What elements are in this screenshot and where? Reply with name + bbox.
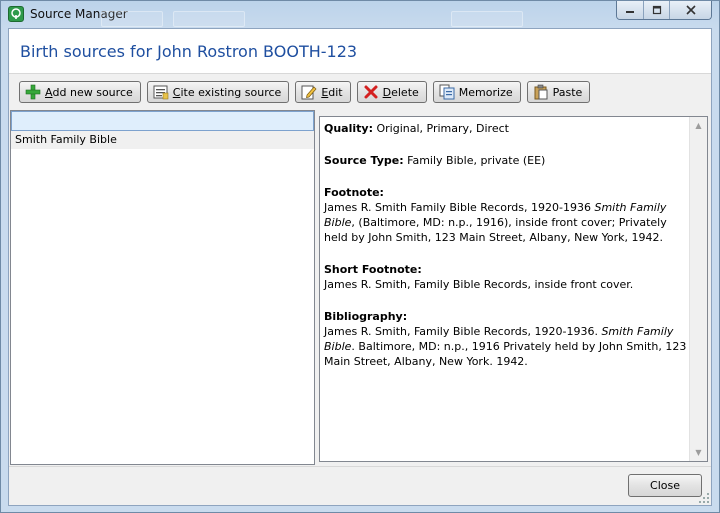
source-type-label: Source Type: (324, 154, 404, 167)
footnote-text: James R. Smith Family Bible Records, 192… (324, 201, 595, 214)
quality-value: Original, Primary, Direct (376, 122, 509, 135)
short-footnote-text: James R. Smith, Family Bible Records, in… (324, 278, 634, 291)
button-mnemonic: C (172, 85, 181, 99)
cite-existing-source-button[interactable]: Cite existing source (146, 81, 290, 103)
button-mnemonic: E (321, 85, 329, 99)
button-label: elete (391, 85, 419, 99)
app-tree-icon (8, 6, 24, 22)
plus-icon (25, 84, 41, 100)
list-item[interactable]: Smith Family Bible (11, 131, 314, 149)
page-title: Birth sources for John Rostron BOOTH-123 (20, 42, 358, 61)
button-label: Memorize (458, 85, 513, 99)
delete-icon (363, 84, 379, 100)
memorize-icon (439, 84, 455, 100)
title-bar[interactable]: Source Manager (1, 1, 719, 28)
toolbar: Add new source Cite existing source Edit… (19, 81, 591, 103)
sources-list[interactable]: Smith Family Bible (10, 110, 315, 465)
quality-label: Quality: (324, 122, 373, 135)
background-tab (101, 11, 163, 27)
button-label: ite existing source (180, 85, 282, 99)
source-details-panel: Quality: Original, Primary, Direct Sourc… (319, 116, 708, 462)
background-tab (451, 11, 523, 27)
dialog-client: Birth sources for John Rostron BOOTH-123… (8, 28, 712, 506)
memorize-button[interactable]: Memorize (432, 81, 521, 103)
button-label: dit (328, 85, 343, 99)
list-selected-row[interactable] (11, 111, 314, 131)
edit-button[interactable]: Edit (295, 81, 351, 103)
paste-icon (533, 84, 549, 100)
cite-icon (153, 84, 169, 100)
scroll-down-arrow-icon[interactable]: ▼ (690, 444, 707, 461)
bibliography-text: James R. Smith, Family Bible Records, 19… (324, 325, 602, 338)
window-close-button[interactable] (669, 1, 711, 19)
maximize-button[interactable] (643, 1, 669, 19)
edit-icon (301, 84, 317, 100)
short-footnote-label: Short Footnote: (324, 263, 422, 276)
source-type-value: Family Bible, private (EE) (407, 154, 546, 167)
minimize-icon (626, 11, 634, 13)
background-tab (173, 11, 245, 27)
bibliography-label: Bibliography: (324, 310, 408, 323)
minimize-button[interactable] (617, 1, 643, 19)
footnote-text-rest: , (Baltimore, MD: n.p., 1916), inside fr… (324, 216, 667, 244)
footer-divider (9, 466, 711, 467)
button-mnemonic: D (382, 85, 392, 99)
button-mnemonic: A (45, 85, 53, 99)
window-controls (616, 1, 712, 20)
close-icon (685, 5, 696, 15)
vertical-scrollbar[interactable]: ▲ ▼ (689, 117, 707, 461)
maximize-icon (652, 5, 661, 15)
button-label: dd new source (52, 85, 133, 99)
paste-button[interactable]: Paste (526, 81, 591, 103)
source-manager-window: Source Manager Birth sources for John Ro… (0, 0, 720, 513)
scroll-up-arrow-icon[interactable]: ▲ (690, 117, 707, 134)
close-button[interactable]: Close (628, 474, 702, 497)
footnote-label: Footnote: (324, 186, 384, 199)
dialog-header: Birth sources for John Rostron BOOTH-123 (9, 29, 711, 74)
source-details: Quality: Original, Primary, Direct Sourc… (324, 121, 689, 386)
bibliography-text-rest: . Baltimore, MD: n.p., 1916 Privately he… (324, 340, 687, 368)
button-label: Paste (552, 85, 583, 99)
add-new-source-button[interactable]: Add new source (19, 81, 141, 103)
resize-grip-icon[interactable] (698, 492, 710, 504)
delete-button[interactable]: Delete (356, 81, 427, 103)
